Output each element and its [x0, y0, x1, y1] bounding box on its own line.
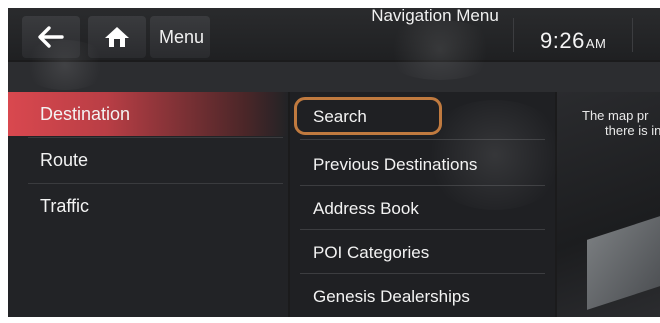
list-item-address-book[interactable]: Address Book: [290, 184, 555, 228]
left-menu-item-label: Destination: [40, 104, 131, 124]
list-item-label: Search: [313, 107, 367, 126]
back-arrow-icon: [38, 26, 64, 48]
list-item-label: Genesis Dealerships: [313, 287, 470, 306]
home-button[interactable]: [88, 16, 146, 58]
page-title: Navigation Menu: [371, 6, 499, 25]
list-item-label: POI Categories: [313, 243, 430, 262]
title-bar: [8, 62, 660, 92]
menu-label: Menu: [159, 26, 205, 47]
list-item-genesis-dealerships[interactable]: Genesis Dealerships: [290, 272, 555, 316]
left-menu-item-route[interactable]: Route: [8, 138, 288, 182]
clock: 9:26AM: [540, 28, 606, 54]
left-menu-item-destination[interactable]: Destination: [8, 92, 288, 136]
list-item-previous-destinations[interactable]: Previous Destinations: [290, 140, 555, 184]
list-item-search[interactable]: Search: [290, 92, 555, 136]
list-item-poi-categories[interactable]: POI Categories: [290, 228, 555, 272]
map-message-line: The map pr: [582, 108, 649, 123]
map-preview: The map pr there is in: [557, 92, 660, 317]
menu-button[interactable]: Menu: [150, 16, 210, 58]
clock-divider-right: [632, 18, 633, 52]
clock-ampm: AM: [585, 36, 607, 51]
left-menu: Destination Route Traffic: [8, 92, 288, 317]
map-graphic: [587, 204, 660, 310]
left-menu-item-traffic[interactable]: Traffic: [8, 184, 288, 228]
left-menu-item-label: Traffic: [40, 196, 90, 216]
list-item-label: Address Book: [313, 199, 419, 218]
map-message-line: there is in: [605, 123, 660, 138]
list-item-label: Previous Destinations: [313, 155, 478, 174]
left-menu-item-label: Route: [40, 150, 89, 170]
back-button[interactable]: [22, 16, 80, 58]
clock-time: 9:26: [540, 28, 585, 53]
home-icon: [105, 27, 129, 47]
navigation-options-list: Search Previous Destinations Address Boo…: [290, 92, 555, 317]
